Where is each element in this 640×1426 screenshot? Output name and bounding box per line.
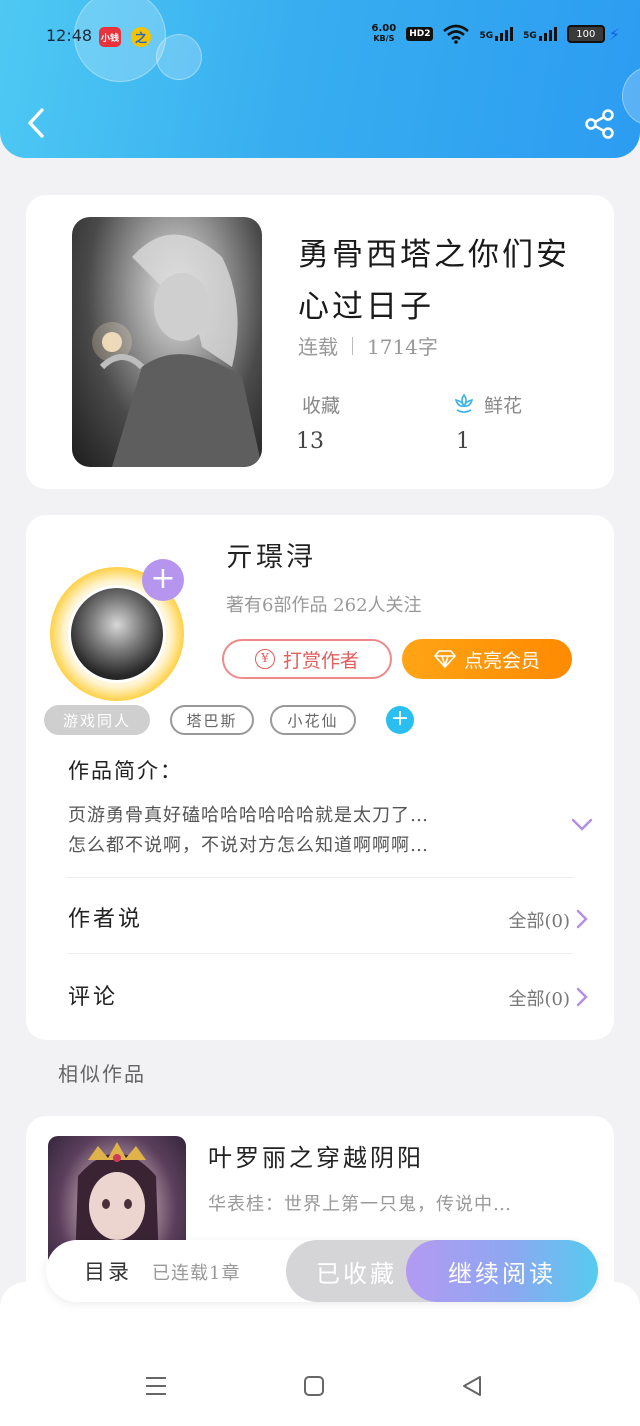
- chevron-down-icon[interactable]: [570, 813, 594, 837]
- vip-button[interactable]: 点亮会员: [402, 639, 572, 679]
- book-status: 连载: [298, 335, 338, 359]
- intro-label: 作品简介：: [68, 759, 183, 783]
- add-tag-button[interactable]: +: [386, 706, 414, 734]
- author-says-label: 作者说: [68, 907, 144, 932]
- author-meta: 著有6部作品 262人关注: [226, 595, 422, 616]
- toc-label: 目录: [84, 1260, 132, 1284]
- status-icons: 6.00 KB/S HD2 5G 5G 100 ⚡: [371, 23, 620, 44]
- flowers-label: 鲜花: [484, 395, 523, 417]
- wifi-icon: [443, 24, 470, 44]
- app-badge-xiaoqian: 小钱: [99, 27, 121, 47]
- book-title: 勇骨西塔之你们安心过日子: [298, 237, 570, 325]
- book-word-count: 1714字: [367, 335, 438, 359]
- share-icon[interactable]: [584, 108, 616, 140]
- menu-icon[interactable]: [143, 1374, 169, 1398]
- charging-icon: ⚡: [608, 24, 620, 44]
- intro-text[interactable]: 页游勇骨真好磕哈哈哈哈哈哈就是太刀了… 怎么都不说啊，不说对方怎么知道啊啊啊…: [68, 801, 548, 861]
- comments-label: 评论: [68, 985, 119, 1010]
- signal-icon-2: 5G: [523, 27, 557, 41]
- home-square-icon[interactable]: [302, 1374, 326, 1398]
- bottom-panel: [0, 1282, 640, 1426]
- signal-icon-1: 5G: [479, 27, 514, 41]
- reward-author-button[interactable]: ¥ 打赏作者: [222, 639, 392, 679]
- decor-bubble: [622, 66, 640, 126]
- author-name[interactable]: 亓璟浔: [226, 535, 316, 574]
- battery-icon: 100: [566, 25, 605, 43]
- tag-chip[interactable]: 塔巴斯: [170, 705, 254, 735]
- back-icon[interactable]: [24, 106, 48, 140]
- bottom-action-bar: 目录 已连载1章 已收藏 继续阅读: [46, 1240, 598, 1302]
- similar-work-title: 叶罗丽之穿越阴阳: [208, 1144, 424, 1172]
- chevron-right-icon: [576, 909, 588, 929]
- decor-bubble: [156, 34, 202, 80]
- author-says-count: 全部(0): [508, 911, 571, 932]
- book-cover[interactable]: [72, 217, 262, 467]
- similar-work-desc: 华表桂：世界上第一只鬼，传说中…: [208, 1194, 512, 1215]
- yen-icon: ¥: [254, 649, 275, 669]
- status-time: 12:48: [46, 26, 93, 45]
- book-info-card: 勇骨西塔之你们安心过日子 连载 1714字 收藏 13 鲜花 1: [26, 195, 614, 489]
- follow-plus-button[interactable]: +: [142, 559, 184, 601]
- back-triangle-icon[interactable]: [460, 1374, 484, 1398]
- flower-icon: [454, 393, 474, 413]
- chevron-right-icon: [576, 987, 588, 1007]
- net-speed: 6.00 KB/S: [371, 23, 397, 44]
- divider: [66, 953, 574, 954]
- tag-chip[interactable]: 游戏同人: [44, 705, 150, 735]
- flowers-value: 1: [456, 429, 470, 454]
- author-card: + 亓璟浔 著有6部作品 262人关注 ¥ 打赏作者 点亮会员 游戏同人 塔巴斯…: [26, 515, 614, 1040]
- top-header: 12:48 小钱 之 6.00 KB/S HD2 5G 5G 100 ⚡: [0, 0, 640, 158]
- favorites-value: 13: [296, 429, 324, 454]
- tag-chip[interactable]: 小花仙: [270, 705, 356, 735]
- continue-reading-button[interactable]: 继续阅读: [406, 1240, 598, 1302]
- diamond-icon: [434, 650, 456, 668]
- toc-meta: 已连载1章: [152, 1263, 241, 1284]
- comments-count: 全部(0): [508, 989, 571, 1010]
- favorites-label: 收藏: [302, 395, 341, 417]
- cover-illustration: [92, 234, 262, 467]
- divider: [66, 877, 574, 878]
- book-meta: 连载 1714字: [298, 331, 438, 360]
- avatar: [68, 585, 166, 683]
- divider: [352, 336, 353, 355]
- similar-section-title: 相似作品: [58, 1062, 146, 1086]
- app-badge-zhi: 之: [131, 27, 151, 47]
- hd-icon: HD2: [406, 27, 434, 41]
